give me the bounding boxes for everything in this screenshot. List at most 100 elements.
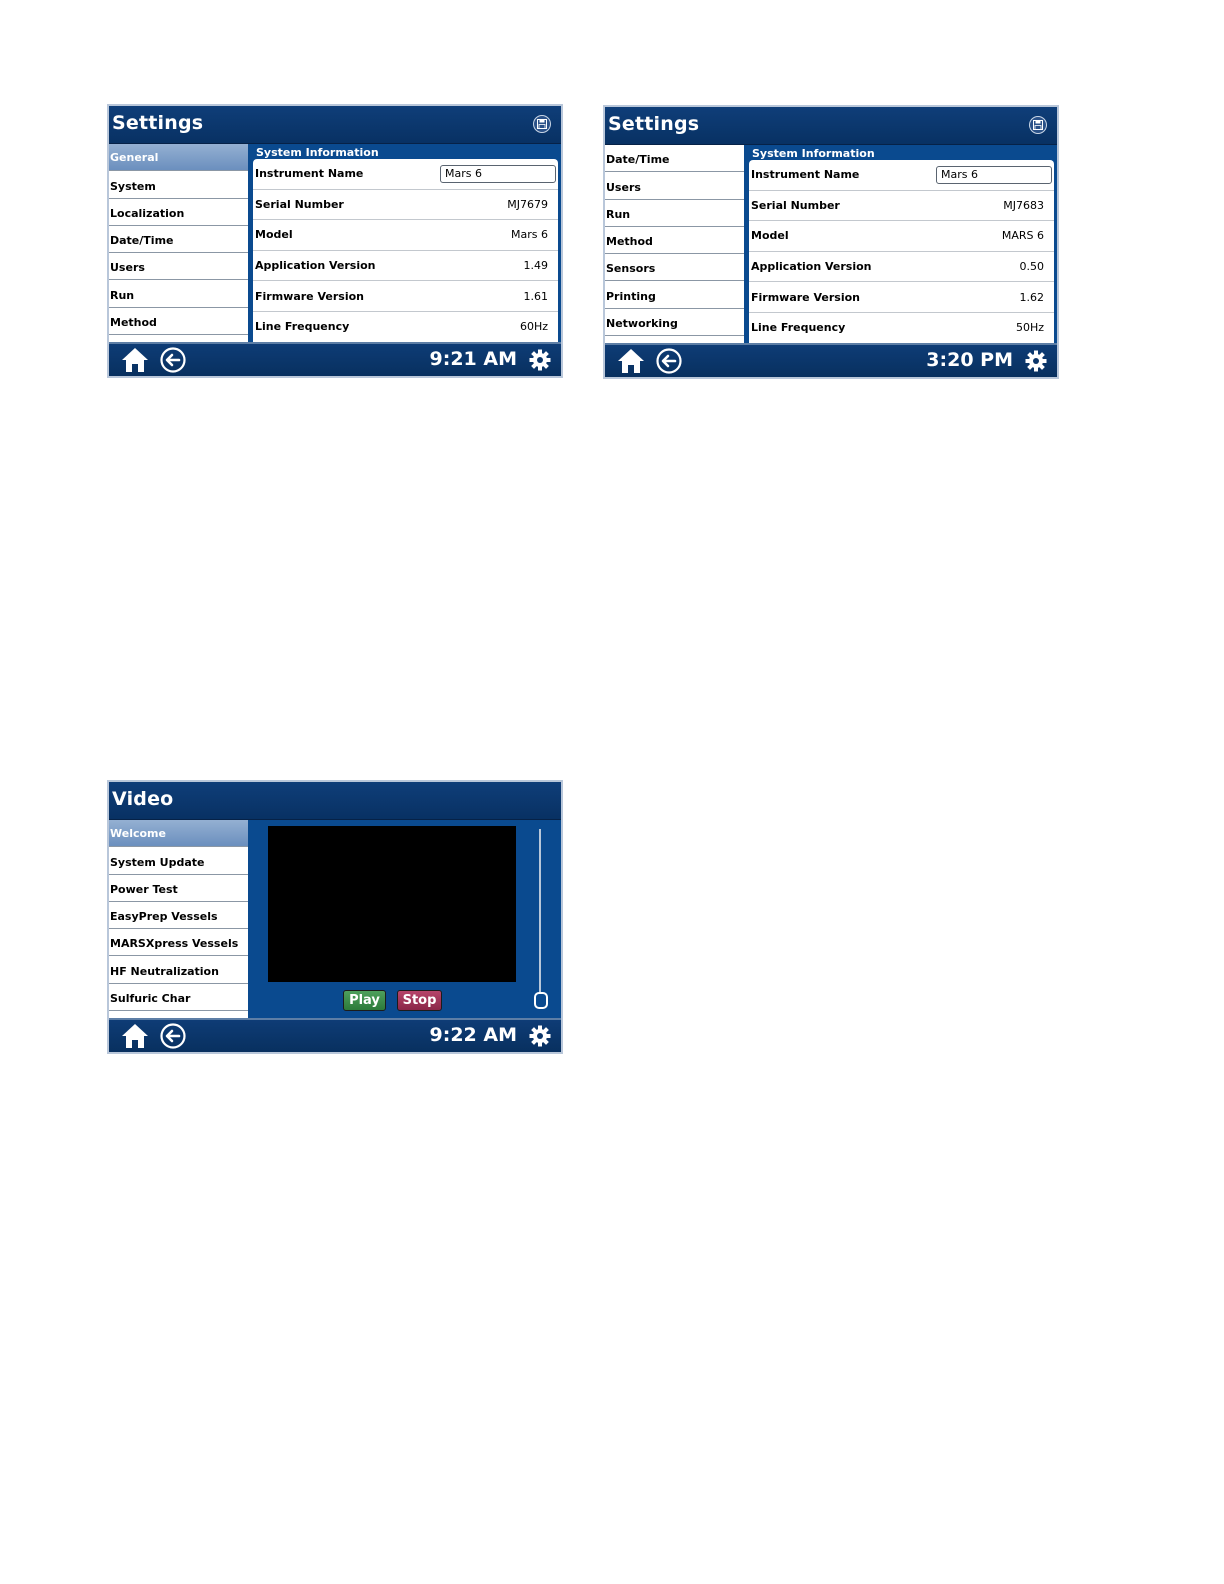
settings-sidebar: Date/Time Users Run Method Sensors Print… — [605, 145, 745, 345]
instrument-name-input[interactable] — [936, 165, 1052, 184]
sidebar-item-welcome[interactable]: Welcome — [109, 820, 248, 848]
sidebar-item-system-update[interactable]: System Update — [109, 847, 248, 875]
save-button[interactable] — [533, 115, 551, 133]
title-bar: Settings — [605, 107, 1057, 145]
sidebar-item-label: Users — [110, 261, 145, 275]
section-header: System Information — [752, 147, 875, 160]
table-row: Application Version 1.49 — [253, 251, 558, 282]
gear-icon[interactable] — [1025, 350, 1047, 372]
row-value: Mars 6 — [511, 228, 548, 242]
save-icon — [537, 119, 547, 129]
sidebar-item-label: Sulfuric Char — [110, 992, 191, 1006]
stop-button[interactable]: Stop — [397, 990, 442, 1011]
system-information-table: Instrument Name Serial Number MJ7679 Mod… — [253, 159, 558, 344]
main-panel: System Information Instrument Name Seria… — [248, 144, 561, 344]
home-icon[interactable] — [121, 1023, 149, 1049]
sidebar-item-label: MARSXpress Vessels — [110, 937, 239, 951]
video-player[interactable] — [268, 826, 516, 982]
title-bar: Settings — [109, 106, 561, 144]
sidebar-item-label: General — [110, 150, 159, 164]
row-value: MJ7679 — [507, 197, 548, 211]
row-value: 1.49 — [523, 259, 549, 273]
settings-screen-1: Settings General System Localization Dat… — [107, 104, 563, 378]
sidebar-item-label: System Update — [110, 855, 205, 869]
video-screen: Video Welcome System Update Power Test E… — [107, 780, 563, 1054]
video-sidebar: Welcome System Update Power Test EasyPre… — [109, 820, 249, 1020]
table-row: Instrument Name — [749, 160, 1054, 191]
row-label: Line Frequency — [751, 321, 846, 335]
sidebar-item-general[interactable]: General — [109, 144, 248, 172]
sidebar-item-date-time[interactable]: Date/Time — [605, 145, 744, 173]
table-row: Application Version 0.50 — [749, 252, 1054, 283]
sidebar-item-label: Run — [606, 207, 631, 221]
clock: 3:20 PM — [926, 349, 1013, 371]
sidebar-item-power-test[interactable]: Power Test — [109, 875, 248, 902]
home-icon[interactable] — [121, 347, 149, 373]
sidebar-item-marsxpress-vessels[interactable]: MARSXpress Vessels — [109, 929, 248, 957]
sidebar-item-label: Users — [606, 180, 641, 194]
row-value: 1.62 — [1019, 290, 1045, 304]
sidebar-item-label: Method — [110, 316, 157, 330]
sidebar-item-label: Date/Time — [110, 234, 174, 248]
row-value: 50Hz — [1015, 321, 1044, 335]
sidebar-item-networking[interactable]: Networking — [605, 309, 744, 337]
sidebar-item-system[interactable]: System — [109, 171, 248, 199]
sidebar-item-users[interactable]: Users — [109, 253, 248, 281]
system-information-table: Instrument Name Serial Number MJ7683 Mod… — [749, 160, 1054, 345]
sidebar-item-printing[interactable]: Printing — [605, 281, 744, 309]
sidebar-item-run[interactable]: Run — [605, 200, 744, 227]
sidebar-item-label: Method — [606, 235, 653, 249]
row-label: Application Version — [751, 260, 872, 274]
section-header: System Information — [256, 146, 379, 159]
table-row: Line Frequency 50Hz — [749, 313, 1054, 344]
home-icon[interactable] — [617, 348, 645, 374]
save-icon — [1033, 120, 1043, 130]
back-arrow-icon[interactable] — [160, 1023, 186, 1049]
gear-icon[interactable] — [529, 349, 551, 371]
screen-title: Video — [112, 788, 174, 810]
table-row: Instrument Name — [253, 159, 558, 190]
screen-title: Settings — [112, 112, 204, 134]
sidebar-item-hf-neutralization[interactable]: HF Neutralization — [109, 956, 248, 984]
bottom-bar: 3:20 PM — [605, 343, 1057, 377]
sidebar-item-label: System — [110, 179, 156, 193]
volume-slider-handle[interactable] — [534, 992, 548, 1009]
instrument-name-input[interactable] — [440, 164, 556, 183]
table-row: Line Frequency 60Hz — [253, 312, 558, 343]
play-button[interactable]: Play — [343, 990, 386, 1011]
row-label: Serial Number — [255, 197, 344, 211]
sidebar-item-label: Localization — [110, 206, 185, 220]
table-row: Serial Number MJ7679 — [253, 190, 558, 221]
sidebar-item-label: Run — [110, 288, 135, 302]
gear-icon[interactable] — [529, 1025, 551, 1047]
settings-sidebar: General System Localization Date/Time Us… — [109, 144, 249, 344]
row-label: Firmware Version — [751, 290, 860, 304]
row-label: Line Frequency — [255, 320, 350, 334]
clock: 9:21 AM — [429, 348, 518, 370]
sidebar-item-method[interactable]: Method — [605, 227, 744, 255]
row-label: Instrument Name — [751, 168, 860, 182]
video-area: Play Stop — [248, 820, 561, 1020]
sidebar-item-sulfuric-char[interactable]: Sulfuric Char — [109, 984, 248, 1012]
sidebar-item-easyprep-vessels[interactable]: EasyPrep Vessels — [109, 902, 248, 930]
sidebar-item-localization[interactable]: Localization — [109, 199, 248, 226]
sidebar-item-users[interactable]: Users — [605, 172, 744, 200]
back-arrow-icon[interactable] — [160, 347, 186, 373]
save-button[interactable] — [1029, 116, 1047, 134]
sidebar-item-label: EasyPrep Vessels — [110, 910, 218, 924]
sidebar-item-run[interactable]: Run — [109, 280, 248, 308]
volume-slider-track[interactable] — [539, 829, 541, 992]
table-row: Model Mars 6 — [253, 220, 558, 251]
title-bar: Video — [109, 782, 561, 820]
back-arrow-icon[interactable] — [656, 348, 682, 374]
row-label: Serial Number — [751, 198, 840, 212]
row-value: 60Hz — [519, 320, 548, 334]
sidebar-item-date-time[interactable]: Date/Time — [109, 226, 248, 254]
row-label: Application Version — [255, 259, 376, 273]
table-row: Serial Number MJ7683 — [749, 191, 1054, 222]
clock: 9:22 AM — [429, 1024, 518, 1046]
sidebar-item-sensors[interactable]: Sensors — [605, 254, 744, 282]
sidebar-item-method[interactable]: Method — [109, 308, 248, 336]
row-label: Model — [751, 229, 789, 243]
row-label: Model — [255, 228, 293, 242]
